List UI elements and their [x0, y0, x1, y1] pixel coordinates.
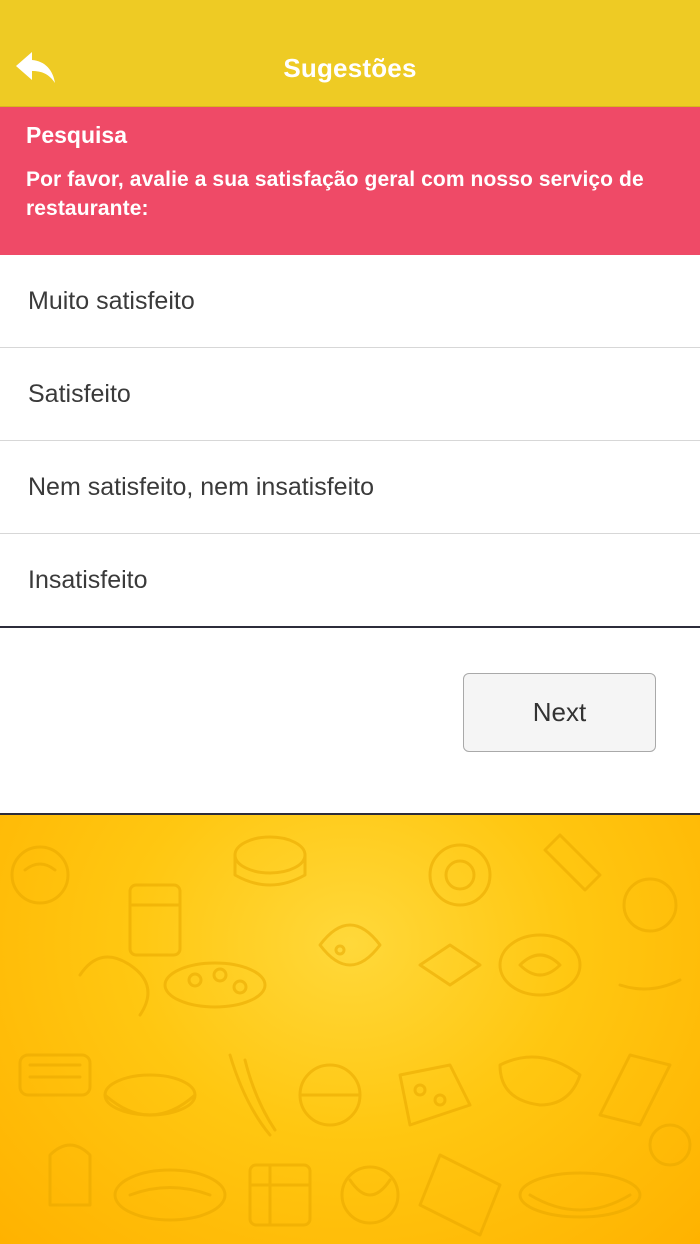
option-dissatisfied[interactable]: Insatisfeito — [0, 534, 700, 626]
food-doodle-pattern — [10, 833, 692, 1237]
next-button[interactable]: Next — [463, 673, 656, 752]
option-very-satisfied[interactable]: Muito satisfeito — [0, 255, 700, 348]
option-satisfied[interactable]: Satisfeito — [0, 348, 700, 441]
answer-options-list: Muito satisfeito Satisfeito Nem satisfei… — [0, 255, 700, 628]
page-title: Sugestões — [283, 53, 417, 83]
survey-question: Por favor, avalie a sua satisfação geral… — [26, 168, 644, 220]
navigation-bar: Sugestões — [0, 0, 700, 107]
food-doodle-background — [0, 813, 700, 1244]
survey-title: Pesquisa — [26, 122, 127, 148]
option-neutral[interactable]: Nem satisfeito, nem insatisfeito — [0, 441, 700, 534]
survey-header: Pesquisa Por favor, avalie a sua satisfa… — [0, 107, 700, 255]
